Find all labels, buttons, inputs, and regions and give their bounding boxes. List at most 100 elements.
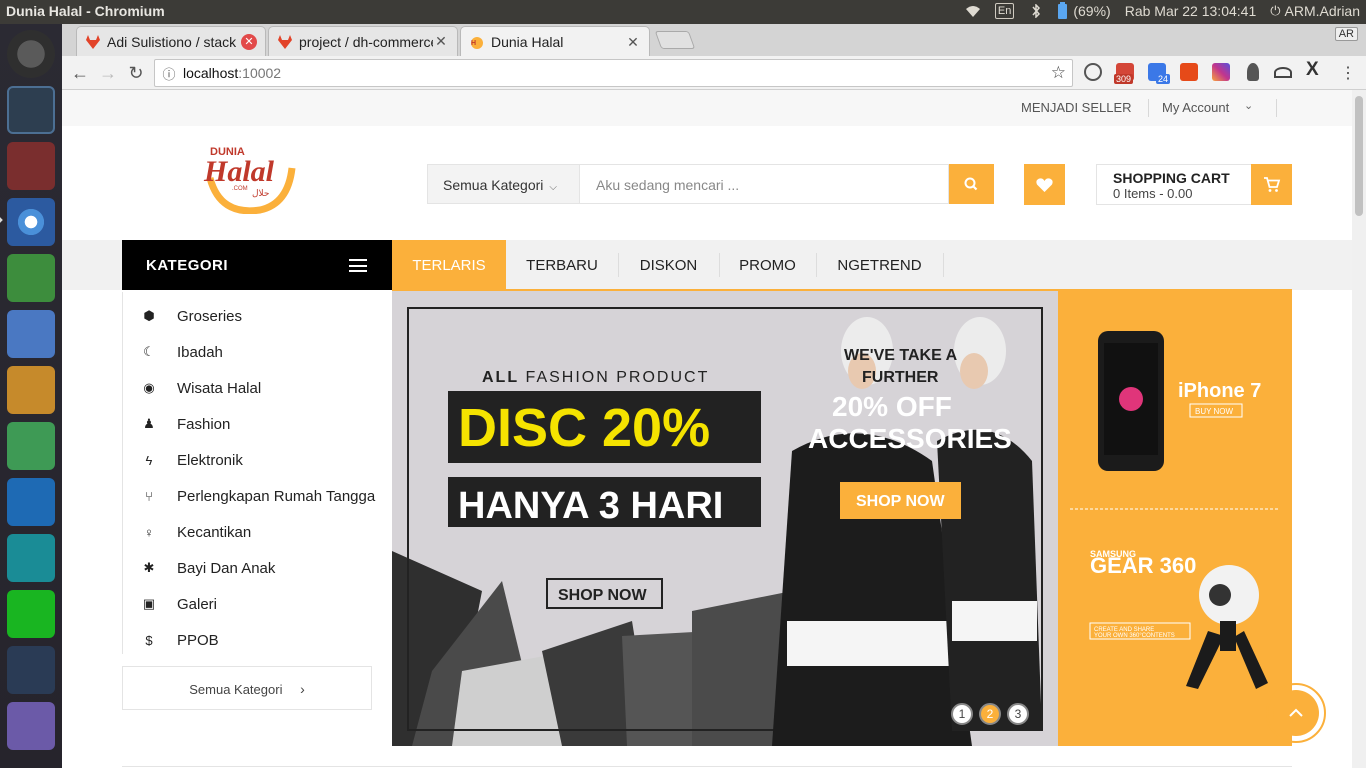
tab-dunia-halal[interactable]: H Dunia Halal ✕ — [460, 26, 650, 57]
chevron-down-icon[interactable]: ⌄ — [1244, 99, 1253, 112]
wishlist-button[interactable] — [1024, 164, 1065, 205]
all-fashion-bold: ALL — [482, 369, 519, 386]
category-item-galeri[interactable]: ▣ Galeri — [141, 594, 217, 614]
search-category-value: Semua Kategori — [443, 177, 544, 193]
steam-icon[interactable] — [7, 646, 55, 694]
shop-now-right: SHOP NOW — [856, 493, 946, 510]
nav-promo[interactable]: PROMO — [719, 240, 816, 290]
virtualbox-icon[interactable] — [7, 310, 55, 358]
crosshair-extension-icon[interactable] — [1084, 63, 1102, 81]
tab-label: Dunia Halal — [491, 34, 564, 50]
battery-percent[interactable]: (69%) — [1073, 3, 1110, 19]
category-label: Wisata Halal — [177, 379, 262, 397]
cart-items: 0 Items - 0.00 — [1113, 186, 1193, 201]
nav-terbaru[interactable]: TERBARU — [506, 240, 618, 290]
back-icon[interactable]: ← — [68, 61, 92, 85]
info-icon[interactable]: ⓘ — [155, 64, 183, 83]
office-extension-icon[interactable] — [1180, 63, 1198, 81]
page-scrollbar[interactable] — [1352, 90, 1366, 768]
line-icon[interactable] — [7, 590, 55, 638]
bluetooth-icon[interactable] — [1028, 4, 1044, 18]
search-input[interactable]: Aku sedang mencari ... — [580, 164, 949, 204]
forward-icon[interactable]: → — [96, 61, 120, 85]
cutlery-icon: ⑂ — [145, 488, 153, 504]
instagram-extension-icon[interactable] — [1212, 63, 1230, 81]
arduino-icon[interactable] — [7, 534, 55, 582]
category-item-wisata-halal[interactable]: ◉ Wisata Halal — [141, 378, 261, 398]
nav-diskon[interactable]: DISKON — [618, 240, 719, 290]
category-item-ibadah[interactable]: ☾ Ibadah — [141, 342, 223, 362]
atom-icon[interactable] — [7, 422, 55, 470]
lightbulb-extension-icon[interactable] — [1247, 63, 1259, 81]
clock[interactable]: Rab Mar 22 13:04:41 — [1125, 3, 1257, 19]
slider-dot[interactable]: 1 — [951, 703, 973, 725]
bookmark-star-icon[interactable]: ☆ — [1051, 63, 1066, 83]
cart-title: SHOPPING CART — [1113, 170, 1230, 186]
my-account-link[interactable]: My Account — [1162, 100, 1229, 115]
close-icon[interactable]: ✕ — [241, 33, 257, 50]
chevron-right-icon: › — [300, 681, 305, 697]
android-studio-icon[interactable] — [7, 254, 55, 302]
shopping-cart-summary[interactable]: SHOPPING CART 0 Items - 0.00 — [1096, 164, 1252, 205]
files-icon[interactable] — [7, 142, 55, 190]
category-item-kecantikan[interactable]: ♀ Kecantikan — [141, 522, 251, 542]
keyboard-layout-indicator[interactable]: En — [994, 3, 1015, 19]
terminal-icon[interactable] — [7, 86, 55, 134]
wifi-icon[interactable] — [965, 4, 981, 18]
binoculars-icon: ◉ — [143, 380, 155, 395]
samsung-gear-promo[interactable]: SAMSUNG GEAR 360 CREATE AND SHARE YOUR O… — [1089, 549, 1268, 689]
category-item-fashion[interactable]: ♟ Fashion — [141, 414, 230, 434]
slider-dot[interactable]: 3 — [1007, 703, 1029, 725]
off-text: 20% OFF — [832, 391, 952, 422]
power-icon[interactable]: ⏻ — [1270, 3, 1280, 19]
vscode-icon[interactable] — [7, 478, 55, 526]
cart-icon — [1264, 177, 1281, 192]
x-extension-icon[interactable]: X — [1306, 59, 1324, 80]
category-item-elektronik[interactable]: ϟ Elektronik — [141, 450, 243, 470]
tab-stack[interactable]: Adi Sulistiono / stack ✕ — [76, 26, 266, 56]
category-label: Bayi Dan Anak — [177, 559, 276, 577]
address-bar[interactable]: ⓘ localhost:10002 ☆ — [154, 59, 1073, 87]
ubuntu-dash-icon[interactable] — [7, 30, 55, 78]
iphone-promo[interactable]: iPhone 7 BUY NOW — [1098, 331, 1261, 471]
paint-icon[interactable] — [7, 702, 55, 750]
profile-button[interactable]: AR — [1334, 27, 1358, 41]
chromium-icon[interactable] — [7, 198, 55, 246]
slider-dot-active[interactable]: 2 — [979, 703, 1001, 725]
category-item-bayi-dan-anak[interactable]: ✱ Bayi Dan Anak — [141, 558, 276, 578]
user-name[interactable]: ARM.Adrian — [1285, 3, 1360, 19]
search-category-select[interactable]: Semua Kategori ⌵ — [427, 164, 580, 204]
tab-project[interactable]: project / dh-commerce ✕ — [268, 26, 458, 56]
category-item-ppob[interactable]: $ PPOB — [141, 630, 218, 650]
close-icon[interactable]: ✕ — [625, 34, 641, 51]
sublime-text-icon[interactable] — [7, 366, 55, 414]
url-port: :10002 — [238, 65, 282, 81]
divider — [943, 253, 944, 277]
become-seller-link[interactable]: MENJADI SELLER — [1021, 100, 1132, 115]
nav-terlaris[interactable]: TERLARIS — [392, 240, 506, 290]
reload-icon[interactable]: ↻ — [124, 61, 148, 85]
all-fashion-text: ALL FASHION PRODUCT — [482, 369, 709, 386]
shop-now-left: SHOP NOW — [558, 587, 648, 604]
category-item-perlengkapan[interactable]: ⑂ Perlengkapan Rumah Tangga — [141, 486, 375, 506]
battery-icon[interactable] — [1058, 1, 1068, 19]
back-to-top-button[interactable] — [1266, 683, 1326, 743]
close-icon[interactable]: ✕ — [433, 33, 449, 50]
iphone-buy-now: BUY NOW — [1195, 407, 1234, 416]
nav-ngetrend[interactable]: NGETREND — [816, 240, 943, 290]
speed-extension-icon[interactable] — [1274, 67, 1292, 78]
menu-icon[interactable]: ⋮ — [1340, 63, 1356, 83]
dunia-halal-logo[interactable]: DUNIA Halal .COM حلال — [200, 138, 300, 214]
cart-button[interactable] — [1251, 164, 1292, 205]
logo-halal: Halal — [203, 155, 275, 188]
new-tab-button[interactable] — [654, 31, 696, 49]
scrollbar-thumb[interactable] — [1355, 96, 1363, 216]
top-bar: MENJADI SELLER My Account ⌄ — [62, 90, 1352, 126]
all-categories-button[interactable]: Semua Kategori › — [122, 666, 372, 710]
hero-slider[interactable]: ALL FASHION PRODUCT DISC 20% HANYA 3 HAR… — [392, 291, 1058, 746]
search-button[interactable] — [949, 164, 994, 204]
tab-strip: Adi Sulistiono / stack ✕ project / dh-co… — [62, 24, 1366, 57]
category-item-groseries[interactable]: ⬢ Groseries — [141, 306, 242, 326]
kategori-toggle[interactable]: KATEGORI — [122, 240, 392, 290]
svg-text:H: H — [471, 40, 476, 47]
